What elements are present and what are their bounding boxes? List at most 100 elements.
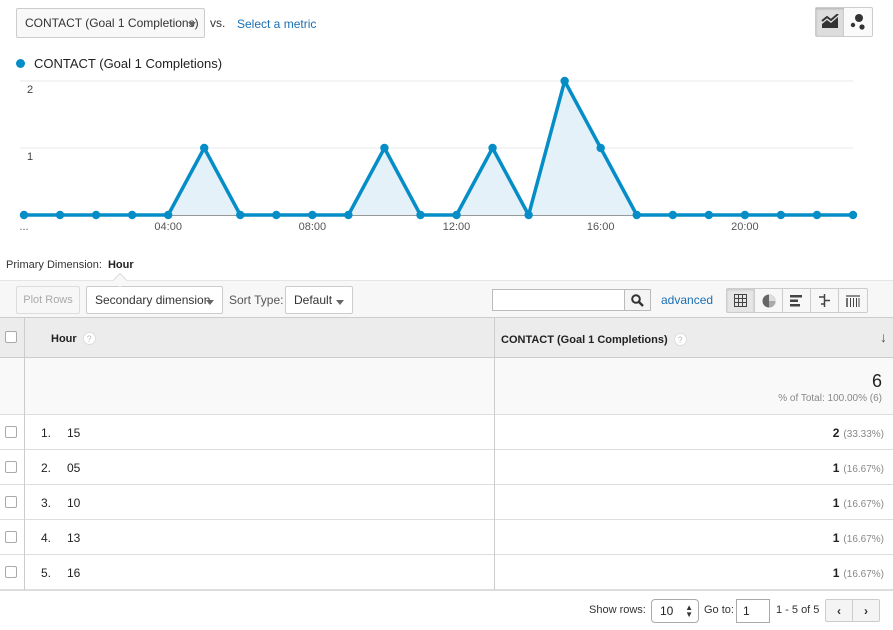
bar-view-button[interactable] bbox=[783, 289, 811, 312]
data-point bbox=[55, 210, 65, 220]
column-header-hour[interactable]: Hour ? bbox=[51, 332, 96, 345]
table-header: Hour ? CONTACT (Goal 1 Completions) ? ↓ bbox=[0, 318, 893, 358]
motion-chart-icon bbox=[850, 14, 865, 30]
sort-type-select[interactable]: Default bbox=[285, 286, 353, 314]
metric-select[interactable]: CONTACT (Goal 1 Completions) bbox=[16, 8, 205, 38]
prev-page-button[interactable]: ‹ bbox=[826, 600, 853, 621]
primary-dimension-label: Primary Dimension: bbox=[6, 259, 102, 271]
help-icon[interactable]: ? bbox=[82, 332, 96, 345]
select-metric-link[interactable]: Select a metric bbox=[237, 17, 316, 31]
data-point bbox=[127, 210, 137, 220]
column-header-metric[interactable]: CONTACT (Goal 1 Completions) ? bbox=[501, 333, 687, 346]
secondary-dimension-select[interactable]: Secondary dimension bbox=[86, 286, 223, 314]
row-metric-percent: (16.67%) bbox=[843, 464, 884, 475]
row-metric-percent: (33.33%) bbox=[843, 429, 884, 440]
chart-type-toggle bbox=[815, 7, 873, 37]
row-metric-value: 1 bbox=[832, 496, 840, 510]
data-point bbox=[848, 210, 858, 220]
x-tick-label: ... bbox=[19, 221, 28, 233]
row-hour[interactable]: 15 bbox=[67, 426, 80, 440]
data-point bbox=[200, 143, 209, 153]
plot-rows-button[interactable]: Plot Rows bbox=[16, 286, 80, 314]
comparison-view-button[interactable] bbox=[811, 289, 839, 312]
table-view-icon bbox=[734, 294, 747, 307]
show-rows-select[interactable]: 10 ▲ ▼ bbox=[651, 599, 699, 623]
table-view-button[interactable] bbox=[727, 289, 755, 312]
pagination: Show rows: 10 ▲ ▼ Go to: 1 1 - 5 of 5 ‹ › bbox=[0, 590, 893, 630]
data-point bbox=[236, 210, 245, 220]
row-checkbox[interactable] bbox=[5, 531, 17, 543]
row-index: 1. bbox=[41, 426, 52, 440]
data-point bbox=[668, 210, 677, 220]
row-metric-percent: (16.67%) bbox=[843, 499, 884, 510]
table-row: 4. 13 1 (16.67%) bbox=[0, 520, 893, 555]
row-hour[interactable]: 10 bbox=[67, 496, 80, 510]
motion-chart-button[interactable] bbox=[844, 8, 872, 36]
table-row: 5. 16 1 (16.67%) bbox=[0, 555, 893, 590]
row-value: 2 (33.33%) bbox=[833, 426, 884, 440]
table-row: 3. 10 1 (16.67%) bbox=[0, 485, 893, 520]
row-hour[interactable]: 13 bbox=[67, 531, 80, 545]
data-point bbox=[596, 143, 605, 153]
row-hour[interactable]: 05 bbox=[67, 461, 80, 475]
row-metric-value: 1 bbox=[832, 461, 840, 475]
x-tick-label: 20:00 bbox=[731, 221, 759, 233]
search-button[interactable] bbox=[624, 289, 651, 311]
data-point bbox=[452, 210, 461, 220]
data-point bbox=[163, 210, 173, 220]
data-point bbox=[524, 210, 533, 220]
spinner-icon: ▲ ▼ bbox=[685, 603, 693, 619]
data-point bbox=[488, 143, 497, 153]
data-point bbox=[91, 210, 101, 220]
row-index: 3. bbox=[41, 496, 52, 510]
pivot-view-button[interactable] bbox=[839, 289, 867, 312]
data-point bbox=[812, 210, 822, 220]
row-checkbox[interactable] bbox=[5, 566, 17, 578]
row-checkbox[interactable] bbox=[5, 426, 17, 438]
data-point bbox=[704, 210, 714, 220]
x-tick-label: 08:00 bbox=[299, 221, 327, 233]
row-metric-value: 2 bbox=[832, 426, 840, 440]
data-point bbox=[308, 210, 317, 220]
next-page-button[interactable]: › bbox=[853, 600, 879, 621]
bar-view-icon bbox=[790, 294, 802, 306]
search-icon bbox=[631, 293, 644, 307]
x-tick-label: 04:00 bbox=[154, 221, 182, 233]
table-row: 2. 05 1 (16.67%) bbox=[0, 450, 893, 485]
help-icon[interactable]: ? bbox=[673, 333, 687, 346]
row-metric-percent: (16.67%) bbox=[843, 569, 884, 580]
totals-row: 6 % of Total: 100.00% (6) bbox=[0, 358, 893, 415]
x-tick-label: 16:00 bbox=[587, 221, 615, 233]
row-checkbox[interactable] bbox=[5, 496, 17, 508]
table-row: 1. 15 2 (33.33%) bbox=[0, 415, 893, 450]
secondary-dimension-label: Secondary dimension bbox=[95, 293, 211, 307]
row-hour[interactable]: 16 bbox=[67, 566, 80, 580]
column-header-metric-label: CONTACT (Goal 1 Completions) bbox=[501, 333, 668, 346]
line-chart: 1 2... 04:00 08:00 12:00 16:00 20:00 bbox=[19, 76, 858, 233]
data-point bbox=[19, 210, 29, 220]
row-metric-value: 1 bbox=[832, 531, 840, 545]
select-all-checkbox[interactable] bbox=[5, 331, 17, 343]
row-metric-value: 1 bbox=[832, 566, 840, 580]
primary-dimension-value[interactable]: Hour bbox=[108, 259, 134, 271]
column-divider bbox=[24, 318, 25, 590]
data-point bbox=[776, 210, 786, 220]
y-tick-label: 2 bbox=[27, 84, 33, 96]
legend-dot bbox=[16, 59, 25, 68]
data-point bbox=[272, 210, 281, 220]
pie-view-icon bbox=[762, 294, 775, 307]
page-nav: ‹ › bbox=[825, 599, 880, 622]
line-chart-button[interactable] bbox=[816, 8, 844, 36]
advanced-filter-link[interactable]: advanced bbox=[661, 293, 713, 307]
sort-type-label: Sort Type: bbox=[229, 293, 284, 307]
sort-descending-icon[interactable]: ↓ bbox=[880, 329, 887, 345]
primary-dimension: Primary Dimension: Hour bbox=[6, 259, 134, 271]
pie-view-button[interactable] bbox=[755, 289, 783, 312]
row-checkbox[interactable] bbox=[5, 461, 17, 473]
goto-input[interactable]: 1 bbox=[736, 599, 770, 623]
row-index: 4. bbox=[41, 531, 52, 545]
row-value: 1 (16.67%) bbox=[833, 496, 884, 510]
table-search-input[interactable] bbox=[492, 289, 624, 311]
page-range: 1 - 5 of 5 bbox=[776, 604, 820, 616]
y-tick-label: 1 bbox=[27, 151, 33, 163]
